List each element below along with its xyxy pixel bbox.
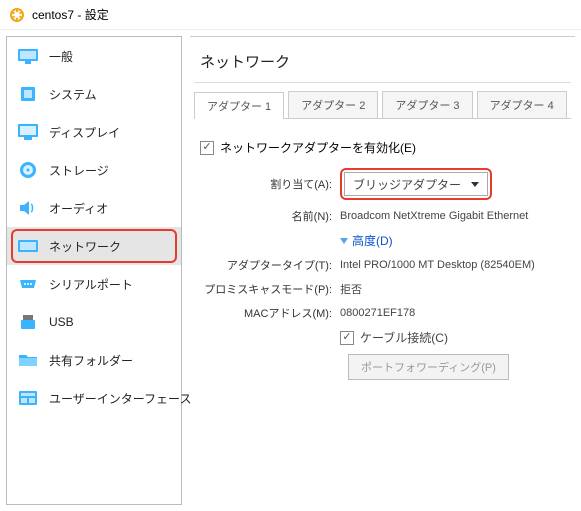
attached-label: 割り当て(A): bbox=[200, 176, 340, 192]
sidebar-item-label: システム bbox=[49, 86, 97, 103]
sidebar-item-label: 共有フォルダー bbox=[49, 352, 133, 369]
adapter-type-label: アダプタータイプ(T): bbox=[200, 257, 340, 273]
sidebar-item-label: ディスプレイ bbox=[49, 124, 120, 141]
advanced-toggle[interactable]: 高度(D) bbox=[340, 232, 393, 249]
display-icon bbox=[17, 123, 39, 141]
mac-label: MACアドレス(M): bbox=[200, 305, 340, 321]
disk-icon bbox=[17, 161, 39, 179]
sidebar-item-shared[interactable]: 共有フォルダー bbox=[7, 341, 181, 379]
sidebar-item-serial[interactable]: シリアルポート bbox=[7, 265, 181, 303]
sidebar-item-display[interactable]: ディスプレイ bbox=[7, 113, 181, 151]
enable-adapter-checkbox[interactable] bbox=[200, 141, 214, 155]
sidebar-item-label: シリアルポート bbox=[49, 276, 133, 293]
sidebar-item-storage[interactable]: ストレージ bbox=[7, 151, 181, 189]
attached-dropdown[interactable]: ブリッジアダプター bbox=[344, 172, 488, 196]
tab-adapter-2[interactable]: アダプター 2 bbox=[288, 91, 378, 118]
sidebar-item-label: オーディオ bbox=[49, 200, 108, 217]
sidebar: 一般 システム ディスプレイ ストレージ オーディオ ネットワーク シリアルポー… bbox=[6, 36, 182, 505]
titlebar: centos7 - 設定 bbox=[0, 0, 581, 30]
sidebar-item-network[interactable]: ネットワーク bbox=[7, 227, 181, 265]
page-title: ネットワーク bbox=[194, 37, 571, 83]
content-panel: ネットワーク アダプター 1 アダプター 2 アダプター 3 アダプター 4 ネ… bbox=[190, 36, 575, 505]
advanced-label: 高度(D) bbox=[352, 232, 393, 249]
app-icon bbox=[8, 6, 26, 24]
attached-value: ブリッジアダプター bbox=[353, 176, 461, 193]
mac-value: 0800271EF178 bbox=[340, 307, 565, 319]
sidebar-item-ui[interactable]: ユーザーインターフェース bbox=[7, 379, 181, 417]
enable-adapter-row: ネットワークアダプターを有効化(E) bbox=[200, 139, 565, 156]
sidebar-item-label: USB bbox=[49, 315, 74, 329]
chevron-down-icon bbox=[471, 182, 479, 187]
triangle-down-icon bbox=[340, 238, 348, 244]
ui-icon bbox=[17, 389, 39, 407]
tab-adapter-4[interactable]: アダプター 4 bbox=[477, 91, 567, 118]
promisc-label: プロミスキャスモード(P): bbox=[200, 281, 340, 297]
sidebar-item-audio[interactable]: オーディオ bbox=[7, 189, 181, 227]
window-title: centos7 - 設定 bbox=[32, 6, 109, 23]
attached-highlight: ブリッジアダプター bbox=[340, 168, 492, 200]
adapter-type-value: Intel PRO/1000 MT Desktop (82540EM) bbox=[340, 259, 565, 271]
sidebar-item-label: 一般 bbox=[49, 48, 73, 65]
sidebar-item-label: ユーザーインターフェース bbox=[49, 390, 191, 407]
monitor-icon bbox=[17, 47, 39, 65]
sidebar-item-general[interactable]: 一般 bbox=[7, 37, 181, 75]
tab-adapter-1[interactable]: アダプター 1 bbox=[194, 92, 284, 119]
sidebar-item-label: ネットワーク bbox=[49, 238, 121, 255]
sidebar-item-usb[interactable]: USB bbox=[7, 303, 181, 341]
cable-checkbox[interactable] bbox=[340, 331, 354, 345]
enable-adapter-label: ネットワークアダプターを有効化(E) bbox=[220, 139, 416, 156]
tab-adapter-3[interactable]: アダプター 3 bbox=[382, 91, 472, 118]
serial-icon bbox=[17, 275, 39, 293]
chip-icon bbox=[17, 85, 39, 103]
sidebar-item-system[interactable]: システム bbox=[7, 75, 181, 113]
promisc-value: 拒否 bbox=[340, 281, 565, 297]
sidebar-item-label: ストレージ bbox=[49, 162, 109, 179]
network-icon bbox=[17, 237, 39, 255]
name-value: Broadcom NetXtreme Gigabit Ethernet bbox=[340, 210, 565, 222]
cable-label: ケーブル接続(C) bbox=[360, 329, 448, 346]
port-forwarding-button[interactable]: ポートフォワーディング(P) bbox=[348, 354, 509, 380]
adapter-tabs: アダプター 1 アダプター 2 アダプター 3 アダプター 4 bbox=[194, 91, 571, 119]
speaker-icon bbox=[17, 199, 39, 217]
usb-icon bbox=[17, 313, 39, 331]
folder-icon bbox=[17, 351, 39, 369]
name-label: 名前(N): bbox=[200, 208, 340, 224]
